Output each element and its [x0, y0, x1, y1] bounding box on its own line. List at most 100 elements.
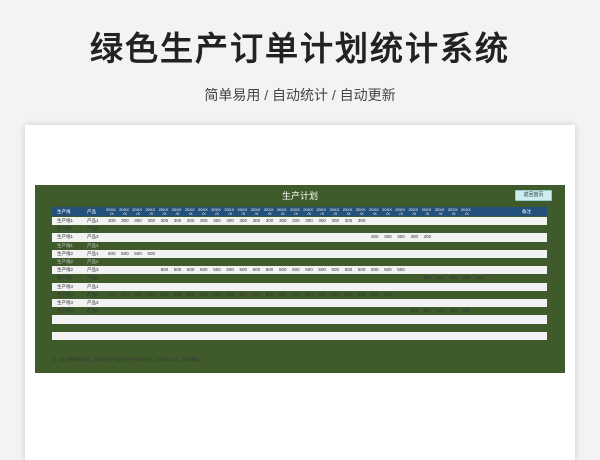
cell-quantity: 300: [200, 218, 208, 223]
cell-quantity: 500: [226, 267, 234, 273]
table-row: 生产线1 产品3 300 300 300 300 300: [52, 233, 547, 242]
cell-quantity: 300: [160, 218, 169, 223]
cell-quantity: 600: [226, 291, 234, 297]
cell-quantity: 600: [213, 291, 221, 297]
header-remark: 备注: [522, 208, 531, 214]
date-header-sub: /X: [438, 211, 443, 216]
cell-quantity: 500: [265, 267, 274, 273]
date-header-sub: /X: [412, 211, 417, 216]
cell-quantity: 300: [226, 218, 234, 223]
cell-quantity: 500: [436, 275, 445, 281]
cell-quantity: 600: [292, 291, 300, 297]
cell-product: 产品1: [87, 250, 99, 256]
cell-quantity: 500: [121, 250, 129, 256]
cell-quantity: 300: [147, 218, 155, 223]
cell-product: 产品4: [87, 242, 99, 248]
cell-line: 生产线2: [57, 259, 74, 264]
cell-quantity: 500: [239, 267, 248, 273]
table-row: 生产线2 产品4 500 500 500 500 500: [52, 274, 547, 282]
cell-quantity: 300: [344, 218, 353, 223]
cell-quantity: 500: [384, 267, 392, 273]
cell-quantity: 600: [200, 291, 208, 297]
cell-quantity: 600: [357, 291, 366, 297]
table-row: 生产线3 产品3: [52, 299, 547, 308]
cell-line: 生产线3: [57, 283, 74, 289]
cell-quantity: 500: [186, 267, 195, 273]
cell-quantity: 600: [410, 308, 418, 314]
cell-quantity: 300: [239, 218, 248, 223]
date-header-sub: /X: [399, 211, 404, 216]
date-header-sub: /X: [202, 211, 206, 216]
table-row: 生产线1 产品4: [52, 242, 547, 250]
cell-line: 生产线3: [57, 308, 74, 314]
cell-quantity: 300: [357, 218, 366, 223]
cell-quantity: 500: [305, 267, 313, 273]
cell-product: 产品3: [87, 234, 99, 240]
date-header-sub: /X: [451, 211, 456, 216]
home-button[interactable]: 返回首页: [515, 190, 552, 201]
cell-quantity: 300: [186, 218, 195, 223]
cell-quantity: 500: [476, 275, 484, 281]
date-header-sub: /X: [254, 211, 259, 216]
cell-quantity: 300: [318, 218, 326, 223]
header-product: 产品: [87, 208, 96, 214]
date-header-sub: /X: [359, 211, 364, 216]
cell-quantity: 500: [147, 250, 155, 256]
cell-line: 生产线1: [57, 218, 74, 223]
cell-quantity: 300: [397, 234, 405, 240]
cell-line: 生产线1: [57, 226, 74, 232]
cell-product: 产品3: [87, 267, 99, 273]
cell-quantity: 500: [252, 267, 261, 273]
cell-product: 产品2: [87, 259, 99, 264]
cell-quantity: 600: [147, 291, 155, 297]
table-note: 注：标注删除线的行，表示该生产线无法生产该种产品。A1列有公式，请勿删除。: [52, 357, 204, 362]
cell-line: 生产线1: [57, 234, 74, 240]
cell-product: 产品4: [87, 308, 99, 314]
table-row: [52, 315, 547, 324]
date-header-sub: /X: [267, 211, 272, 216]
cell-quantity: 500: [134, 250, 142, 256]
date-header-sub: /X: [188, 211, 193, 216]
cell-quantity: 600: [449, 308, 458, 314]
cell-quantity: 500: [173, 267, 182, 273]
date-header-sub: /X: [425, 211, 430, 216]
cell-quantity: 600: [344, 291, 353, 297]
cell-quantity: 600: [331, 291, 340, 297]
cell-product: 产品3: [87, 300, 99, 305]
cell-product: 产品2: [87, 226, 99, 232]
table-row: [52, 340, 547, 348]
date-header-sub: /X: [149, 211, 154, 216]
cell-quantity: 600: [318, 291, 326, 297]
date-header-sub: /X: [162, 211, 167, 216]
cell-quantity: 300: [371, 234, 379, 240]
cell-line: 生产线2: [57, 267, 74, 273]
table-row: 生产线2 产品1 500 500 500 500: [52, 249, 547, 258]
date-header-sub: /X: [123, 211, 127, 216]
date-header-sub: /X: [307, 211, 312, 216]
cell-quantity: 600: [186, 291, 195, 297]
cell-quantity: 500: [200, 267, 208, 273]
cell-line: 生产线3: [57, 300, 74, 305]
cell-product: 产品1: [87, 283, 99, 289]
cell-quantity: 500: [357, 267, 366, 273]
cell-product: 产品4: [87, 275, 99, 281]
table-row: 生产线3 产品4 600 600 600 600 600: [52, 307, 547, 315]
date-header-sub: /X: [373, 211, 377, 216]
date-header-sub: /X: [241, 211, 246, 216]
cell-line: 生产线2: [57, 275, 74, 281]
date-header-sub: /X: [136, 211, 141, 216]
header-line: 生产线: [57, 208, 71, 214]
cell-quantity: 300: [423, 234, 432, 240]
date-header-sub: /X: [280, 211, 285, 216]
table-row: 生产线1 产品2: [52, 225, 547, 233]
table-row: [52, 331, 547, 340]
cell-quantity: 600: [423, 308, 432, 314]
cell-line: 生产线2: [57, 250, 74, 256]
cell-quantity: 500: [423, 275, 432, 281]
cell-quantity: 500: [108, 250, 116, 256]
cell-quantity: 300: [213, 218, 221, 223]
cell-quantity: 300: [265, 218, 274, 223]
cell-line: 生产线3: [57, 291, 74, 297]
cell-quantity: 300: [252, 218, 261, 223]
cell-product: 产品1: [87, 218, 99, 223]
